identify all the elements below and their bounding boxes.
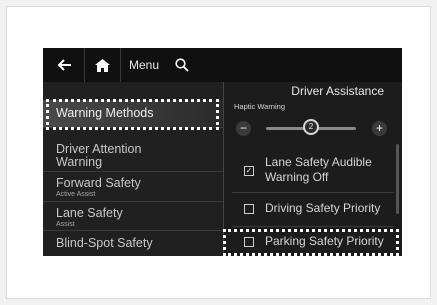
checkbox[interactable] xyxy=(244,204,254,214)
option-label: Lane Safety Audible Warning Off xyxy=(265,155,372,184)
menu-item-driver-attention-warning[interactable]: Driver Attention Warning xyxy=(43,138,223,172)
menu-item-label: Warning Methods xyxy=(56,106,154,120)
top-bar: Menu xyxy=(43,48,402,82)
menu-item-forward-safety[interactable]: Forward Safety Active Assist xyxy=(43,174,223,202)
back-arrow-icon xyxy=(57,59,71,71)
menu-button[interactable]: Menu xyxy=(121,48,167,82)
decrease-button[interactable]: − xyxy=(236,121,251,136)
option-label: Parking Safety Priority xyxy=(265,234,384,248)
back-button[interactable] xyxy=(43,48,85,82)
menu-item-label: Driver Attention Warning xyxy=(56,142,142,169)
home-icon xyxy=(95,58,110,72)
checkbox[interactable]: ✓ xyxy=(244,166,254,176)
home-button[interactable] xyxy=(85,48,121,82)
menu-item-lane-safety[interactable]: Lane Safety Assist xyxy=(43,203,223,231)
menu-item-warning-methods[interactable]: Warning Methods xyxy=(43,100,223,128)
driver-assistance-panel: Driver Assistance Haptic Warning − 2 + ✓… xyxy=(224,82,402,256)
menu-item-sublabel: Active Assist xyxy=(56,191,96,198)
haptic-warning-label: Haptic Warning xyxy=(234,102,285,111)
search-icon xyxy=(175,58,189,72)
divider xyxy=(232,192,394,193)
settings-menu-list: Warning Methods Driver Attention Warning… xyxy=(43,82,223,256)
check-icon: ✓ xyxy=(245,166,253,175)
menu-item-blind-spot-safety[interactable]: Blind-Spot Safety xyxy=(43,232,223,256)
checkbox[interactable] xyxy=(244,237,254,247)
panel-title: Driver Assistance xyxy=(291,84,384,98)
menu-label: Menu xyxy=(128,58,160,72)
haptic-slider-thumb[interactable]: 2 xyxy=(303,119,319,135)
option-label: Driving Safety Priority xyxy=(265,201,381,215)
infotainment-screen: Menu Warning Methods Driver Attention Wa… xyxy=(43,48,402,256)
menu-item-label: Blind-Spot Safety xyxy=(56,236,153,250)
divider xyxy=(232,226,394,227)
search-button[interactable] xyxy=(167,48,197,82)
menu-item-sublabel: Assist xyxy=(56,221,75,228)
increase-button[interactable]: + xyxy=(372,121,387,136)
menu-item-label: Lane Safety xyxy=(56,206,123,220)
menu-item-label: Forward Safety xyxy=(56,176,141,190)
